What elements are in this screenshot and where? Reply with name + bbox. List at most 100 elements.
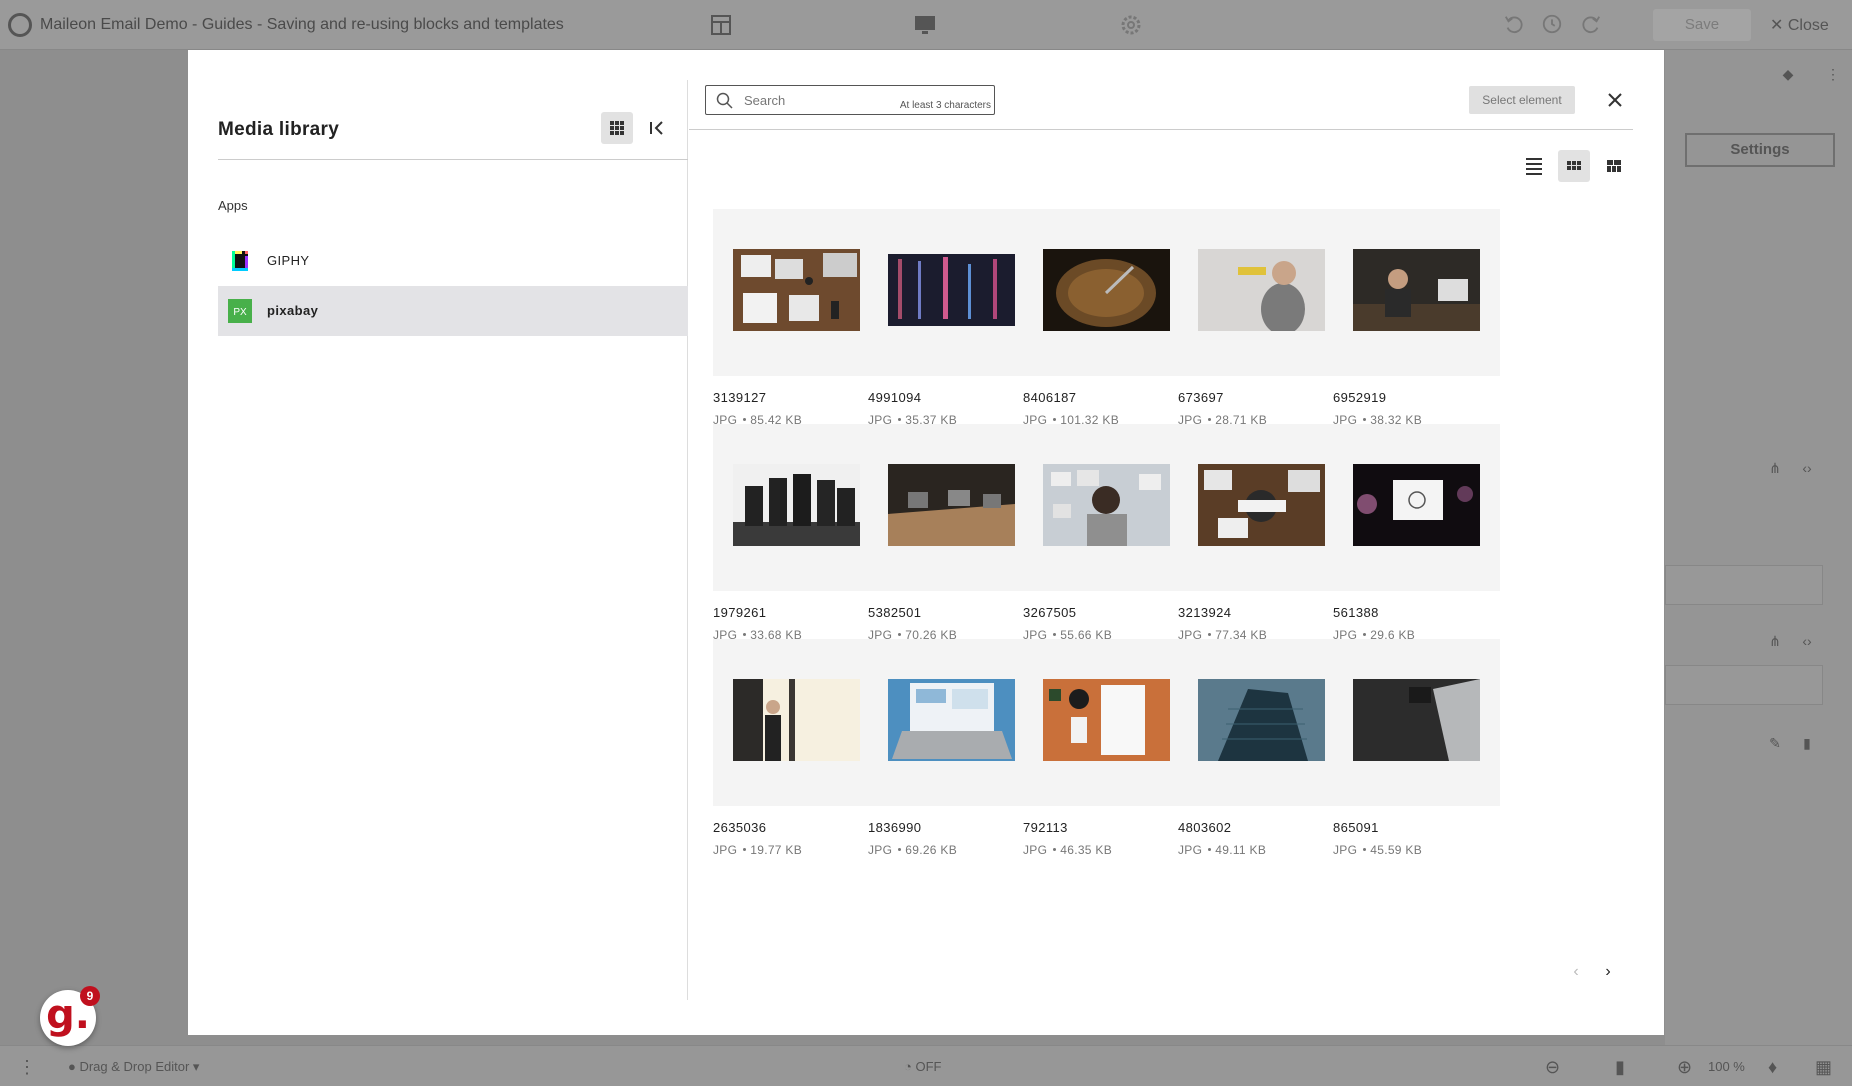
media-thumbnail xyxy=(1043,679,1170,761)
thumbnail-frame[interactable] xyxy=(1333,209,1500,376)
media-thumbnail xyxy=(1043,249,1170,331)
code-icon[interactable]: ‹› xyxy=(1799,460,1815,476)
media-card[interactable]: 2635036 JPG 19.77 KB xyxy=(713,639,880,857)
apps-sidebar: Media library Apps GIPHY PX pixabay xyxy=(218,80,688,1000)
thumbnail-frame[interactable] xyxy=(1178,639,1345,806)
apps-grid-icon[interactable]: ▦ xyxy=(1815,1057,1832,1078)
thumbnail-frame[interactable] xyxy=(1333,424,1500,591)
media-card[interactable]: 3213924 JPG 77.34 KB xyxy=(1178,424,1345,642)
settings-field[interactable] xyxy=(1665,565,1823,605)
edit-icon[interactable]: ✎ xyxy=(1767,735,1783,751)
thumbnail-frame[interactable] xyxy=(713,639,880,806)
list-view-button[interactable] xyxy=(1518,150,1550,182)
thumbnail-frame[interactable] xyxy=(713,209,880,376)
media-thumbnail xyxy=(733,679,860,761)
share-icon[interactable]: ⋔ xyxy=(1767,633,1783,649)
history-icon[interactable] xyxy=(1540,13,1564,37)
close-modal-button[interactable] xyxy=(1603,88,1627,112)
close-editor-label: Close xyxy=(1787,17,1829,34)
media-meta: JPG 46.35 KB xyxy=(1023,843,1112,857)
media-card[interactable]: 1836990 JPG 69.26 KB xyxy=(868,639,1035,857)
media-card[interactable]: 1979261 JPG 33.68 KB xyxy=(713,424,880,642)
code-icon[interactable]: ‹› xyxy=(1799,633,1815,649)
thumbnail-frame[interactable] xyxy=(1023,209,1190,376)
previous-page-button[interactable]: ‹ xyxy=(1566,962,1586,982)
media-thumbnail xyxy=(888,254,1015,326)
media-card[interactable]: 4803602 JPG 49.11 KB xyxy=(1178,639,1345,857)
giphy-icon xyxy=(232,251,248,271)
collapse-sidebar-button[interactable] xyxy=(641,112,673,144)
thumbnail-frame[interactable] xyxy=(868,424,1035,591)
media-card[interactable]: 5382501 JPG 70.26 KB xyxy=(868,424,1035,642)
media-card[interactable]: 6952919 JPG 38.32 KB xyxy=(1333,209,1500,427)
app-item-pixabay[interactable]: PX pixabay xyxy=(218,286,688,336)
gear-icon[interactable] xyxy=(1119,13,1143,37)
media-thumbnail xyxy=(1043,464,1170,546)
media-type: JPG xyxy=(1333,843,1358,857)
app-item-giphy[interactable]: GIPHY xyxy=(218,236,688,286)
save-button[interactable]: Save xyxy=(1653,9,1751,41)
trash-icon[interactable]: ▮ xyxy=(1799,735,1815,751)
redo-icon[interactable] xyxy=(1579,13,1603,37)
media-name: 673697 xyxy=(1178,390,1224,405)
guide-badge[interactable]: g. 9 xyxy=(40,986,100,1046)
media-name: 6952919 xyxy=(1333,390,1387,405)
preview-toggle-label: OFF xyxy=(915,1059,942,1074)
zoom-in-icon[interactable]: ⊕ xyxy=(1677,1057,1692,1078)
modal-title: Media library xyxy=(218,119,340,140)
media-card[interactable]: 4991094 JPG 35.37 KB xyxy=(868,209,1035,427)
media-thumbnail xyxy=(888,679,1015,761)
zoom-out-icon[interactable]: ⊖ xyxy=(1545,1057,1560,1078)
media-card[interactable]: 561388 JPG 29.6 KB xyxy=(1333,424,1500,642)
media-card[interactable]: 792113 JPG 46.35 KB xyxy=(1023,639,1190,857)
thumbnail-frame[interactable] xyxy=(713,424,880,591)
editor-mode-select[interactable]: ● Drag & Drop Editor ▾ xyxy=(68,1059,199,1075)
media-size: 45.59 KB xyxy=(1370,843,1423,857)
mosaic-view-button[interactable] xyxy=(1598,150,1630,182)
thumbnail-frame[interactable] xyxy=(1178,424,1345,591)
undo-icon[interactable] xyxy=(1502,13,1526,37)
more-vertical-icon[interactable]: ⋮ xyxy=(1825,66,1841,82)
zoom-slider-handle[interactable]: ▮ xyxy=(1615,1057,1625,1078)
settings-field[interactable] xyxy=(1665,665,1823,705)
settings-button[interactable]: Settings xyxy=(1685,133,1835,167)
thumbnail-frame[interactable] xyxy=(1178,209,1345,376)
thumbnail-frame[interactable] xyxy=(1023,424,1190,591)
apps-grid-button[interactable] xyxy=(601,112,633,144)
preview-toggle[interactable]: ◔ OFF xyxy=(904,1059,941,1074)
media-meta: JPG 45.59 KB xyxy=(1333,843,1422,857)
desktop-preview-icon[interactable] xyxy=(913,13,937,37)
media-card[interactable]: 673697 JPG 28.71 KB xyxy=(1178,209,1345,427)
thumbnail-frame[interactable] xyxy=(868,209,1035,376)
grid-icon xyxy=(610,121,624,135)
notification-icon[interactable]: ♦ xyxy=(1768,1057,1777,1078)
media-size: 49.11 KB xyxy=(1215,843,1267,857)
search-field[interactable]: At least 3 characters xyxy=(705,85,995,115)
media-card[interactable]: 8406187 JPG 101.32 KB xyxy=(1023,209,1190,427)
layout-icon[interactable] xyxy=(709,13,733,37)
thumbnail-frame[interactable] xyxy=(868,639,1035,806)
media-name: 3139127 xyxy=(713,390,767,405)
media-name: 3213924 xyxy=(1178,605,1232,620)
thumbnail-frame[interactable] xyxy=(1023,639,1190,806)
media-card[interactable]: 3139127 JPG 85.42 KB xyxy=(713,209,880,427)
media-card[interactable]: 865091 JPG 45.59 KB xyxy=(1333,639,1500,857)
media-type: JPG xyxy=(868,843,893,857)
grid-view-button[interactable] xyxy=(1558,150,1590,182)
thumbnail-frame[interactable] xyxy=(1333,639,1500,806)
select-element-button[interactable]: Select element xyxy=(1469,86,1575,114)
guide-count-badge: 9 xyxy=(80,986,100,1006)
layers-icon[interactable]: ◆ xyxy=(1780,66,1796,82)
next-page-button[interactable]: › xyxy=(1598,962,1618,982)
more-vertical-icon[interactable]: ⋮ xyxy=(18,1057,36,1078)
media-size: 69.26 KB xyxy=(905,843,958,857)
mosaic-view-icon xyxy=(1607,160,1621,172)
search-input[interactable] xyxy=(744,91,874,109)
close-icon xyxy=(1608,93,1622,107)
close-editor-button[interactable]: ✕ Close xyxy=(1770,15,1829,35)
share-icon[interactable]: ⋔ xyxy=(1767,460,1783,476)
media-card[interactable]: 3267505 JPG 55.66 KB xyxy=(1023,424,1190,642)
media-name: 2635036 xyxy=(713,820,767,835)
pixabay-icon: PX xyxy=(228,299,252,323)
media-thumbnail xyxy=(733,249,860,331)
